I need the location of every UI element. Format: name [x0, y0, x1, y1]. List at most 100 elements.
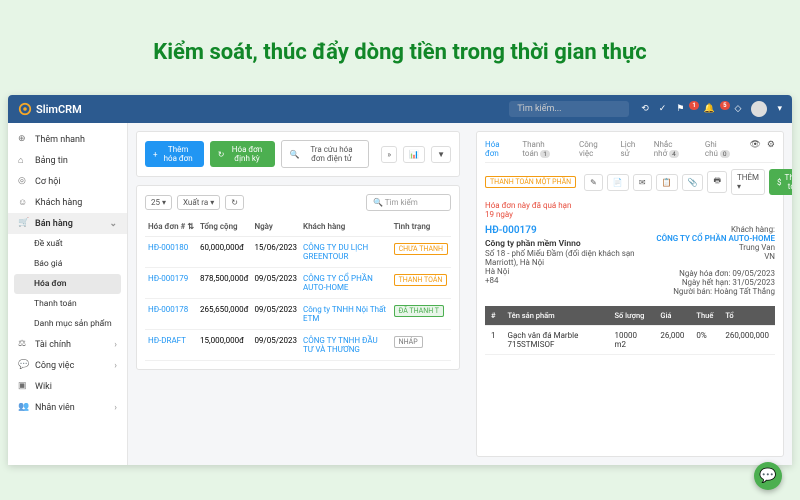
col-status[interactable]: Tình trạng: [391, 217, 451, 237]
avatar[interactable]: [751, 101, 767, 117]
customer-label: Khách hàng:: [656, 225, 775, 234]
customer-link[interactable]: Công ty TNHH Nội Thất ETM: [300, 299, 391, 330]
status-tag: NHÁP: [394, 336, 423, 348]
refresh-icon: ↻: [218, 150, 225, 159]
invoice-toolbar: +Thêm hóa đơn ↻Hóa đơn định kỳ 🔍Tra cứu …: [136, 131, 460, 177]
sidebar-item-products[interactable]: Danh mục sản phẩm: [8, 314, 127, 334]
collapse-button[interactable]: »: [381, 146, 397, 163]
seller-address: Số 18 - phố Miếu Đầm (đối diện khách sạn…: [485, 249, 656, 267]
add-invoice-button[interactable]: +Thêm hóa đơn: [145, 141, 204, 167]
dollar-icon: $: [777, 178, 782, 187]
sidebar-item-dashboard[interactable]: ⌂Bảng tin: [8, 150, 127, 171]
tab-Ghi chú[interactable]: Ghi chú0: [705, 140, 740, 158]
detail-tabs: Hóa đơn Thanh toán1 Công việc Lịch sử Nhắc n…: [485, 140, 775, 163]
sidebar-item-tasks[interactable]: 💬Công việc›: [8, 355, 127, 376]
tab-Lịch sử[interactable]: Lịch sử: [620, 140, 643, 158]
invoice-table: Hóa đơn # ⇅ Tổng cộng Ngày Khách hàng Tì…: [145, 217, 451, 361]
col-cust[interactable]: Khách hàng: [300, 217, 391, 237]
recurring-invoice-button[interactable]: ↻Hóa đơn định kỳ: [210, 141, 275, 167]
filter-button[interactable]: ▼: [431, 146, 451, 163]
more-dropdown[interactable]: THÊM ▾: [731, 169, 765, 195]
product-table: # Tên sản phẩm Số lượng Giá Thuế Tổ 1Gạc…: [485, 306, 775, 355]
status-tag: THANH TOÁN: [394, 274, 448, 286]
mail-icon[interactable]: ✉: [633, 174, 652, 191]
col-id[interactable]: Hóa đơn # ⇅: [145, 217, 197, 237]
customer-link[interactable]: CÔNG TY DU LỊCH GREENTOUR: [300, 237, 391, 268]
customer-link[interactable]: CÔNG TY CỔ PHẦN AUTO-HOME: [656, 234, 775, 243]
tab-Công việc[interactable]: Công việc: [579, 140, 610, 158]
status-tag: ĐÃ THANH T: [394, 305, 444, 317]
product-row: 1Gạch vân đá Marble 715STMISOF10000 m226…: [485, 326, 775, 355]
page-size-select[interactable]: 25 ▾: [145, 195, 172, 210]
sidebar-item-invoice[interactable]: Hóa đơn: [14, 274, 121, 294]
export-button[interactable]: Xuất ra ▾: [177, 195, 220, 210]
bell-icon[interactable]: 🔔5: [704, 104, 725, 114]
global-search-input[interactable]: Tìm kiếm...: [509, 101, 629, 117]
view-icon[interactable]: 👁: [749, 140, 760, 158]
alert-icon[interactable]: ◇: [735, 104, 742, 114]
customer-location: Trung Van: [656, 243, 775, 252]
flag-icon[interactable]: ⚑1: [676, 104, 694, 114]
app-window: SlimCRM Tìm kiếm... ⟲ ✓ ⚑1 🔔5 ◇ ▾ ⊕Thêm …: [8, 95, 792, 465]
invoice-id-link[interactable]: HĐ-000180: [145, 237, 197, 268]
chevron-down-icon: ⌄: [109, 219, 117, 229]
table-row[interactable]: HĐ-DRAFT15,000,000đ09/05/2023CÔNG TY TNH…: [145, 330, 451, 361]
edit-icon[interactable]: ✎: [584, 174, 603, 191]
seller-phone: +84: [485, 276, 656, 285]
sidebar-item-wiki[interactable]: ▣Wiki: [8, 376, 127, 397]
sidebar-item-customers[interactable]: ☺Khách hàng: [8, 192, 127, 213]
customer-country: VN: [656, 252, 775, 261]
seller-city: Hà Nội: [485, 267, 656, 276]
note-icon[interactable]: 📋: [656, 174, 678, 191]
list-search-input[interactable]: 🔍 Tìm kiếm: [366, 194, 451, 211]
seller-company: Công ty phần mềm Vinno: [485, 239, 656, 249]
refresh-button[interactable]: ↻: [225, 195, 244, 210]
col-date[interactable]: Ngày: [251, 217, 300, 237]
search-icon: 🔍: [290, 150, 300, 159]
sidebar-item-finance[interactable]: ⚖Tài chính›: [8, 334, 127, 355]
brand-logo[interactable]: SlimCRM: [18, 102, 82, 116]
invoice-id-link[interactable]: HĐ-DRAFT: [145, 330, 197, 361]
sidebar-item-payment[interactable]: Thanh toán: [8, 294, 127, 314]
invoice-id-link[interactable]: HĐ-000179: [145, 268, 197, 299]
share-icon[interactable]: ⟲: [641, 104, 649, 114]
table-row[interactable]: HĐ-000179878,500,000đ09/05/2023CÔNG TY C…: [145, 268, 451, 299]
page-banner: Kiểm soát, thúc đẩy dòng tiền trong thời…: [0, 0, 800, 95]
table-row[interactable]: HĐ-00018060,000,000đ15/06/2023CÔNG TY DU…: [145, 237, 451, 268]
gear-icon: [18, 102, 32, 116]
print-icon[interactable]: 🖶: [707, 171, 727, 193]
sidebar-item-staff[interactable]: 👥Nhân viên›: [8, 397, 127, 418]
attach-icon[interactable]: 📎: [682, 174, 704, 191]
user-chevron-icon[interactable]: ▾: [777, 104, 782, 114]
lookup-einvoice-button[interactable]: 🔍Tra cứu hóa đơn điện tử: [281, 140, 370, 168]
plus-icon: +: [153, 150, 158, 159]
top-bar: SlimCRM Tìm kiếm... ⟲ ✓ ⚑1 🔔5 ◇ ▾: [8, 95, 792, 123]
chart-button[interactable]: 📊: [403, 146, 425, 163]
invoice-list-card: 25 ▾ Xuất ra ▾ ↻ 🔍 Tìm kiếm Hóa đơn # ⇅ …: [136, 185, 460, 370]
copy-icon[interactable]: 📄: [607, 174, 629, 191]
invoice-id-link[interactable]: HĐ-000178: [145, 299, 197, 330]
tab-Hóa đơn[interactable]: Hóa đơn: [485, 140, 512, 158]
chevron-right-icon: ›: [114, 403, 117, 413]
overdue-warning: Hóa đơn này đã quá hạn 19 ngày: [485, 201, 775, 219]
tab-Nhắc nhở[interactable]: Nhắc nhở4: [654, 140, 695, 158]
customer-link[interactable]: CÔNG TY CỔ PHẦN AUTO-HOME: [300, 268, 391, 299]
sidebar-item-quote[interactable]: Báo giá: [8, 254, 127, 274]
status-badge: THANH TOÁN MỘT PHẦN: [485, 176, 576, 188]
invoice-detail-card: Hóa đơn Thanh toán1 Công việc Lịch sử Nhắc n…: [476, 131, 784, 457]
sidebar-item-opportunity[interactable]: ◎Cơ hội: [8, 171, 127, 192]
customer-link[interactable]: CÔNG TY TNHH ĐẦU TƯ VÀ THƯƠNG: [300, 330, 391, 361]
status-tag: CHƯA THANH: [394, 243, 448, 255]
sidebar-item-proposal[interactable]: Đề xuất: [8, 234, 127, 254]
tab-Thanh toán[interactable]: Thanh toán1: [522, 140, 569, 158]
sidebar-item-sales[interactable]: 🛒Bán hàng⌄: [8, 213, 127, 234]
chevron-right-icon: ›: [114, 361, 117, 371]
table-row[interactable]: HĐ-000178265,650,000đ09/05/2023Công ty T…: [145, 299, 451, 330]
chevron-right-icon: ›: [114, 340, 117, 350]
check-icon[interactable]: ✓: [659, 104, 667, 114]
settings-icon[interactable]: ⚙: [767, 140, 775, 158]
quick-add-button[interactable]: ⊕Thêm nhanh: [8, 129, 127, 150]
invoice-number: HĐ-000179: [485, 225, 656, 236]
pay-button[interactable]: $Thanh toán: [769, 169, 792, 195]
col-total[interactable]: Tổng cộng: [197, 217, 251, 237]
